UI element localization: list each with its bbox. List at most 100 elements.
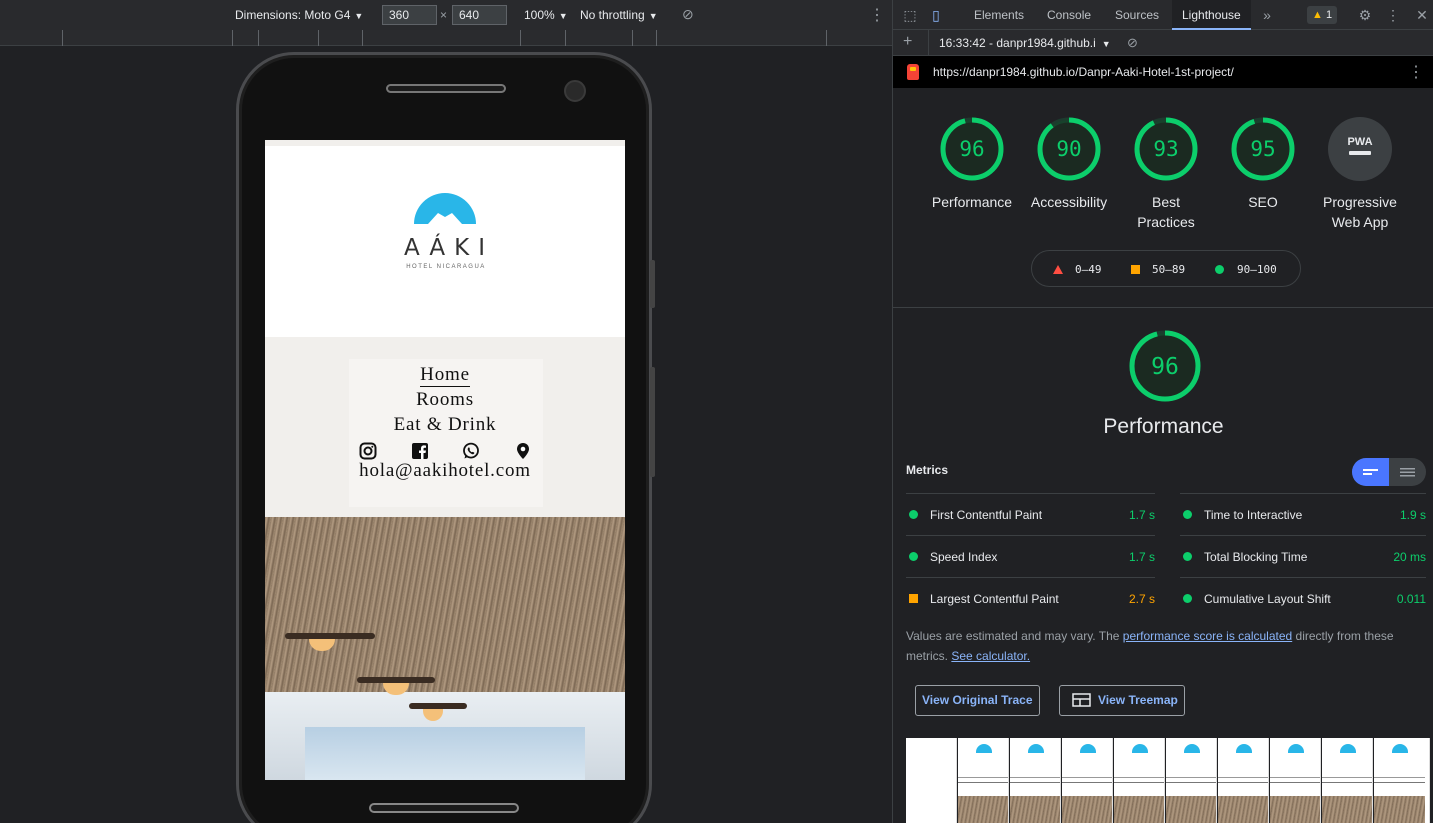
clear-reports-icon[interactable]: ⊘ [1127, 35, 1138, 51]
report-selector[interactable]: 16:33:42 - danpr1984.github.i ▼ [939, 36, 1111, 50]
metric-row[interactable]: Speed Index 1.7 s [906, 535, 1155, 577]
metric-name: Speed Index [930, 550, 998, 564]
gauge-accessibility[interactable]: 90 Accessibility [1023, 116, 1115, 212]
gauge-seo[interactable]: 95 SEO [1217, 116, 1309, 212]
logo-dome-icon [414, 193, 476, 224]
gauge-score: 90 [1056, 137, 1081, 161]
note-text: Values are estimated and may vary. The [906, 629, 1123, 643]
score-gauges: 96 Performance 90 Accessibility 93 Best … [893, 88, 1433, 308]
new-report-icon[interactable]: + [903, 33, 912, 51]
logo-text: AÁKI [404, 235, 494, 261]
logo-subtitle: HOTEL NICARAGUA [406, 264, 486, 270]
pass-circle-icon [909, 510, 918, 519]
view-original-trace-button[interactable]: View Original Trace [915, 685, 1040, 716]
filmstrip-frame [1218, 738, 1269, 823]
filmstrip-frame [1010, 738, 1061, 823]
report-menu-icon[interactable]: ⋮ [1408, 62, 1424, 82]
score-calculated-link[interactable]: performance score is calculated [1123, 629, 1292, 643]
filmstrip-frame [1374, 738, 1430, 823]
metric-row[interactable]: Largest Contentful Paint 2.7 s [906, 577, 1155, 619]
phone-side-button [650, 260, 655, 308]
toolbar-divider [928, 30, 929, 56]
viewport-width-input[interactable]: 360 [382, 5, 437, 25]
gauge-pwa[interactable]: PWA Progressive Web App [1314, 116, 1406, 232]
close-icon[interactable]: ✕ [1414, 7, 1430, 23]
report-url[interactable]: https://danpr1984.github.io/Danpr-Aaki-H… [933, 65, 1234, 79]
inspect-element-icon[interactable]: ⬚ [902, 7, 918, 23]
zoom-select[interactable]: 100% ▼ [524, 8, 568, 22]
device-dimensions-select[interactable]: Dimensions: Moto G4 ▼ [235, 8, 363, 22]
nav-link-home[interactable]: Home [265, 364, 625, 387]
throttling-select[interactable]: No throttling ▼ [580, 8, 658, 22]
compact-view-button[interactable] [1352, 458, 1389, 486]
rotate-icon[interactable]: ⊘ [682, 6, 694, 23]
location-pin-icon[interactable] [514, 442, 532, 460]
metric-name: Time to Interactive [1204, 508, 1303, 522]
zoom-label: 100% [524, 8, 555, 22]
metric-value: 1.7 s [1128, 508, 1155, 522]
pwa-badge-text: PWA [1347, 136, 1372, 148]
facebook-icon[interactable] [411, 442, 429, 460]
chevron-down-icon: ▼ [354, 11, 364, 21]
more-tabs-icon[interactable]: » [1259, 7, 1275, 23]
view-treemap-button[interactable]: View Treemap [1059, 685, 1185, 716]
average-square-icon [1131, 265, 1140, 274]
whatsapp-icon[interactable] [462, 442, 480, 460]
media-query-ruler[interactable] [0, 30, 892, 46]
pass-circle-icon [1183, 552, 1192, 561]
gauge-ring: 95 [1231, 117, 1295, 181]
more-options-icon[interactable]: ⋮ [1385, 7, 1401, 23]
filmstrip-frame [1114, 738, 1165, 823]
metric-row[interactable]: Cumulative Layout Shift 0.011 [1180, 577, 1426, 619]
tab-lighthouse[interactable]: Lighthouse [1172, 0, 1251, 30]
gauge-best-practices[interactable]: 93 Best Practices [1120, 116, 1212, 232]
tab-sources[interactable]: Sources [1105, 0, 1169, 30]
nav-link-rooms[interactable]: Rooms [265, 389, 625, 411]
phone-speaker [386, 84, 506, 93]
see-calculator-link[interactable]: See calculator. [951, 649, 1030, 663]
gauge-ring: 96 [940, 117, 1004, 181]
contact-email[interactable]: hola@aakihotel.com [265, 460, 625, 482]
tab-elements[interactable]: Elements [964, 0, 1034, 30]
expanded-view-icon[interactable] [1400, 467, 1415, 478]
more-options-icon[interactable]: ⋮ [869, 5, 885, 25]
average-square-icon [909, 594, 918, 603]
tab-console[interactable]: Console [1037, 0, 1101, 30]
metric-row[interactable]: Time to Interactive 1.9 s [1180, 493, 1426, 535]
throttling-label: No throttling [580, 8, 645, 22]
treemap-icon [1072, 693, 1091, 707]
filmstrip-frame [1322, 738, 1373, 823]
gear-icon[interactable]: ⚙ [1357, 7, 1373, 23]
gauge-score: 93 [1153, 137, 1178, 161]
pass-circle-icon [1183, 594, 1192, 603]
gauge-label: Progressive Web App [1323, 194, 1397, 230]
metric-row[interactable]: First Contentful Paint 1.7 s [906, 493, 1155, 535]
browser-window: Dimensions: Moto G4 ▼ 360 × 640 100% ▼ No … [0, 0, 1433, 823]
metric-value: 20 ms [1393, 550, 1426, 564]
warning-count: 1 [1325, 9, 1333, 21]
fail-triangle-icon [1053, 265, 1063, 274]
filmstrip-frame [958, 738, 1009, 823]
viewport-height-input[interactable]: 640 [452, 5, 507, 25]
metric-row[interactable]: Total Blocking Time 20 ms [1180, 535, 1426, 577]
chevron-down-icon: ▼ [558, 11, 568, 21]
performance-score: 96 [1151, 354, 1179, 380]
metrics-view-toggle[interactable] [1352, 458, 1426, 486]
compact-view-icon [1363, 469, 1378, 475]
hero-photo-sky [305, 727, 585, 780]
gauge-performance[interactable]: 96 Performance [926, 116, 1018, 212]
gauge-label: SEO [1248, 194, 1278, 210]
legend-pass: 90–100 [1237, 263, 1277, 276]
social-links [359, 442, 534, 462]
times-separator: × [440, 8, 448, 22]
nav-link-eat-drink[interactable]: Eat & Drink [265, 414, 625, 436]
metric-name: Cumulative Layout Shift [1204, 592, 1331, 606]
filmstrip-frame [1166, 738, 1217, 823]
device-toolbar-icon[interactable]: ▯ [928, 7, 944, 23]
performance-gauge: 96 [1129, 330, 1201, 402]
performance-section: 96 Performance Metrics First Contentful … [893, 309, 1433, 823]
chevron-down-icon: ▼ [648, 11, 658, 21]
legend-average: 50–89 [1152, 263, 1186, 276]
instagram-icon[interactable] [359, 442, 377, 460]
warning-badge[interactable]: ▲ 1 [1307, 6, 1338, 24]
